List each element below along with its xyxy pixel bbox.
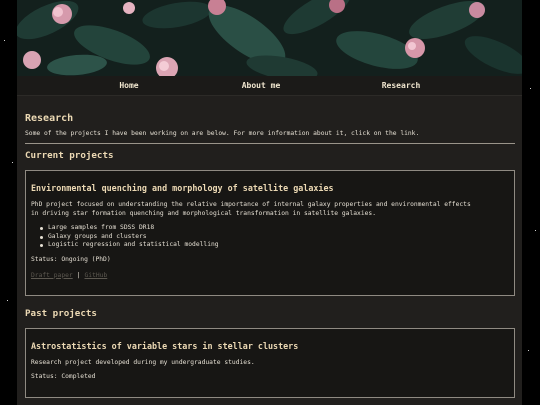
banner-image xyxy=(17,0,522,76)
nav-home[interactable]: Home xyxy=(84,76,174,95)
list-item: Large samples from SDSS DR18 xyxy=(31,224,509,233)
project-status: Status: Completed xyxy=(31,373,96,380)
star-dot xyxy=(530,88,531,89)
link-separator: | xyxy=(76,271,81,279)
nav-about-me[interactable]: About me xyxy=(216,76,306,95)
star-dot xyxy=(535,230,536,231)
star-dot xyxy=(4,40,5,41)
star-dot xyxy=(7,300,8,301)
past-projects-heading: Past projects xyxy=(25,308,97,319)
star-dot xyxy=(528,350,529,351)
project-bullets: Large samples from SDSS DR18 Galaxy grou… xyxy=(31,224,509,250)
page-intro: Some of the projects I have been working… xyxy=(25,130,420,137)
page-title: Research xyxy=(25,113,74,124)
page-frame: Home About me Research Research Some of … xyxy=(17,0,522,405)
star-dot xyxy=(12,162,13,163)
project-title: Astrostatistics of variable stars in ste… xyxy=(31,341,299,351)
github-link[interactable]: GitHub xyxy=(85,272,108,279)
project-status: Status: Ongoing (PhD) xyxy=(31,255,111,263)
list-item: Galaxy groups and clusters xyxy=(31,233,509,242)
flowers-photo xyxy=(17,0,522,76)
project-links: Draft paper | GitHub xyxy=(31,272,509,279)
list-item: Logistic regression and statistical mode… xyxy=(31,241,509,250)
main-content: Research Some of the projects I have bee… xyxy=(25,104,515,398)
divider xyxy=(25,143,515,144)
draft-paper-link[interactable]: Draft paper xyxy=(31,272,73,279)
main-nav: Home About me Research xyxy=(17,76,522,96)
current-projects-heading: Current projects xyxy=(25,150,114,161)
project-description-line: PhD project focused on understanding the… xyxy=(31,201,471,208)
project-description-line: in driving star formation quenching and … xyxy=(31,210,376,217)
project-card-past: Astrostatistics of variable stars in ste… xyxy=(25,328,515,398)
project-description: Research project developed during my und… xyxy=(31,359,255,366)
project-title: Environmental quenching and morphology o… xyxy=(31,183,334,193)
nav-research[interactable]: Research xyxy=(356,76,446,95)
project-card-current: Environmental quenching and morphology o… xyxy=(25,170,515,296)
